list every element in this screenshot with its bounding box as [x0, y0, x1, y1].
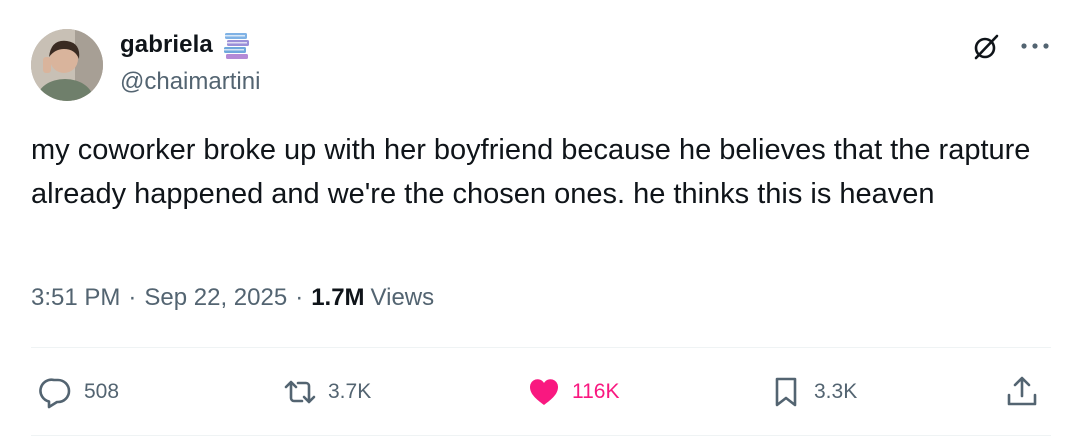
bookmark-button[interactable]: 3.3K: [768, 374, 857, 410]
reply-icon: [39, 378, 71, 409]
share-button[interactable]: [1004, 374, 1040, 410]
bookmark-count: 3.3K: [814, 380, 858, 403]
retweet-button[interactable]: 3.7K: [282, 374, 371, 410]
like-count: 116K: [572, 380, 620, 403]
like-button[interactable]: 116K: [526, 374, 620, 410]
views-count: 1.7M: [311, 284, 365, 311]
handle[interactable]: @chaimartini: [120, 68, 260, 96]
grok-icon[interactable]: [971, 32, 1001, 62]
meta-separator: ·: [128, 284, 137, 311]
tweet-date[interactable]: Sep 22, 2025: [144, 284, 287, 312]
views-label: Views: [370, 284, 435, 311]
retweet-count: 3.7K: [328, 380, 372, 403]
avatar[interactable]: [31, 29, 103, 101]
meta-separator: ·: [295, 284, 304, 311]
reply-count: 508: [84, 380, 120, 403]
share-icon: [1007, 376, 1037, 406]
divider: [31, 347, 1051, 348]
more-options-icon[interactable]: [1018, 34, 1052, 58]
tweet-meta: 3:51 PM · Sep 22, 2025 · 1.7M Views: [31, 284, 434, 312]
tweet-card: gabriela @chaimartini my coworker broke …: [0, 0, 1074, 444]
heart-icon: [529, 379, 559, 405]
retweet-icon: [284, 380, 316, 404]
books-icon: [221, 29, 253, 61]
divider: [31, 435, 1051, 436]
author-name-row: gabriela: [120, 29, 253, 61]
avatar-image: [31, 29, 103, 101]
tweet-text: my coworker broke up with her boyfriend …: [31, 134, 1031, 210]
display-name[interactable]: gabriela: [120, 31, 213, 59]
tweet-time[interactable]: 3:51 PM: [31, 284, 120, 312]
bookmark-icon: [775, 377, 797, 407]
reply-button[interactable]: 508: [38, 374, 119, 410]
